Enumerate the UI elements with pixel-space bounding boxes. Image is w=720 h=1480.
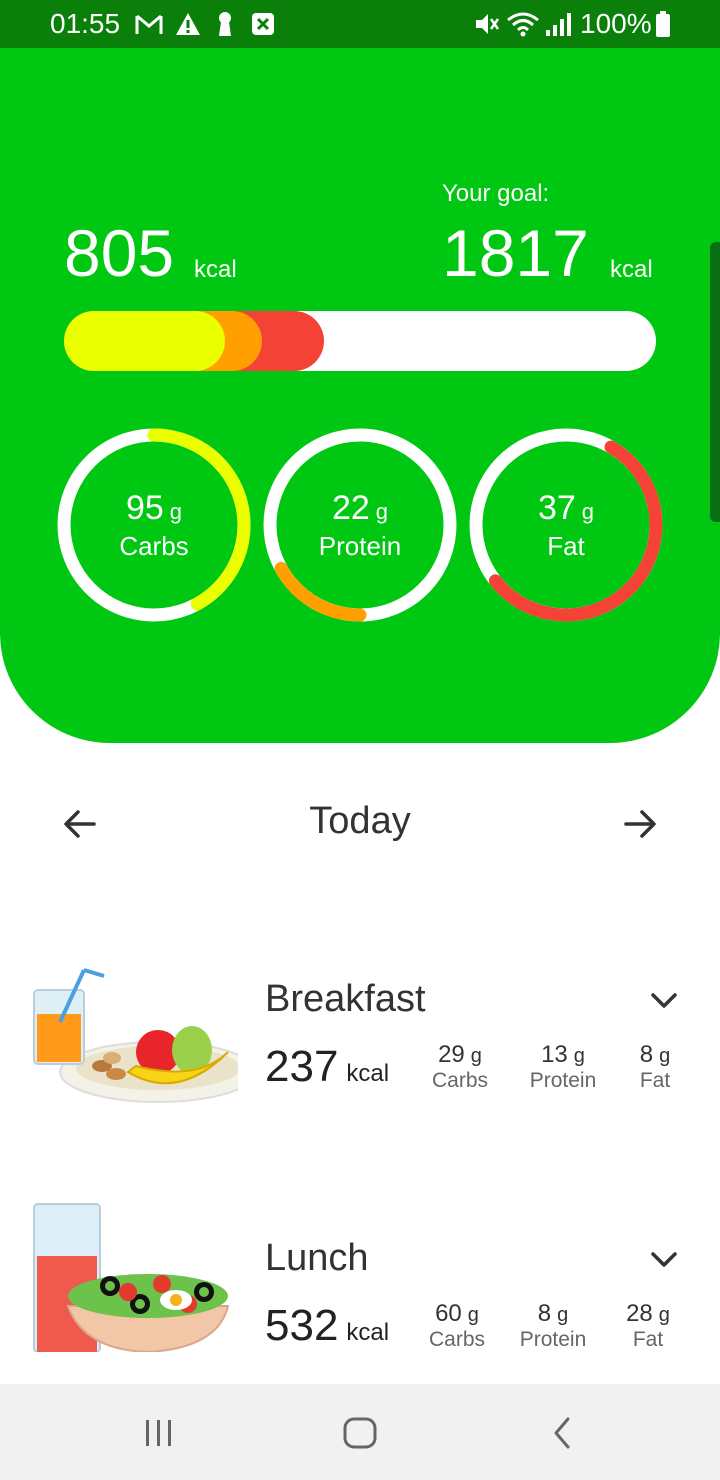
progress-carbs-segment [64,311,225,371]
carbs-ring-value: 95 [125,489,164,527]
goal-kcal-unit: kcal [610,256,653,283]
home-icon[interactable] [342,1416,378,1450]
carbs-ring-unit: g [169,499,183,524]
breakfast-illustration [33,968,238,1103]
macro-label: Fat [632,1328,664,1351]
meal-title: Lunch [265,1237,369,1279]
carbs-ring-label: Carbs [119,531,189,561]
fat-ring-value: 37 [537,489,576,527]
recent-apps-icon[interactable] [142,1418,176,1448]
back-icon[interactable] [548,1416,576,1450]
macro-value: 29 [438,1041,465,1068]
arrow-left-icon[interactable] [62,806,98,842]
macro-value: 28 [626,1300,653,1327]
meal-kcal-value: 237 [265,1042,339,1091]
macro-label: Fat [639,1069,671,1092]
meal-title: Breakfast [265,978,426,1020]
macro-unit: g [557,1304,569,1326]
chevron-down-icon[interactable] [650,1251,678,1269]
macro-label: Carbs [428,1328,486,1351]
date-label[interactable]: Today [280,800,440,843]
meal-macro-carbs: 29 g Carbs [416,1041,504,1093]
calorie-progress-bar [64,311,656,371]
macro-unit: g [658,1304,670,1326]
macro-label: Carbs [431,1069,489,1092]
mute-icon [476,14,500,34]
meal-kcal-value: 532 [265,1301,339,1350]
meal-kcal-unit: kcal [346,1319,390,1346]
close-box-icon [252,13,274,35]
meal-kcal: 532 kcal [265,1301,389,1351]
arrow-right-icon[interactable] [622,806,658,842]
system-navigation-bar [0,1384,720,1480]
macro-label: Protein [519,1328,587,1351]
consumed-kcal-unit: kcal [194,256,237,283]
macro-value: 13 [541,1041,568,1068]
protein-ring-unit: g [375,499,389,524]
calorie-summary-panel [0,48,720,743]
signal-icon [546,13,571,36]
meal-macro-protein: 8g Protein [508,1300,598,1352]
warning-icon [176,13,200,35]
keyhole-icon [219,12,231,36]
status-bar: 01:55 100% [0,0,720,48]
battery-icon [656,11,670,37]
meal-kcal: 237 kcal [265,1042,389,1092]
macro-unit: g [467,1304,479,1326]
gmail-icon [135,14,163,34]
macro-unit: g [573,1045,585,1067]
goal-label: Your goal: [442,180,550,207]
macro-label: Protein [529,1069,597,1092]
protein-ring-label: Protein [318,531,402,561]
chevron-down-icon[interactable] [650,992,678,1010]
fat-ring-label: Fat [547,531,585,561]
macro-value: 8 [639,1041,654,1068]
macro-value: 8 [537,1300,552,1327]
meal-macro-fat: 8g Fat [626,1041,684,1093]
protein-ring: 22 g Protein [262,427,458,623]
macro-value: 60 [435,1300,462,1327]
fat-ring-unit: g [581,499,595,524]
macro-unit: g [470,1045,482,1067]
carbs-ring: 95 g Carbs [56,427,252,623]
protein-ring-value: 22 [331,489,370,527]
macro-unit: g [659,1045,671,1067]
wifi-icon [507,12,539,37]
fat-ring: 37 g Fat [468,427,664,623]
consumed-kcal-value: 805 [64,216,175,290]
meal-macro-fat: 28 g Fat [614,1300,682,1352]
meal-macro-protein: 13 g Protein [518,1041,608,1093]
meal-macro-carbs: 60 g Carbs [412,1300,502,1352]
lunch-illustration [33,1203,230,1352]
goal-kcal-value: 1817 [442,216,589,290]
battery-percent: 100% [580,8,652,39]
status-time: 01:55 [50,8,121,39]
meal-kcal-unit: kcal [346,1060,390,1087]
side-scroll-handle[interactable] [710,242,720,522]
